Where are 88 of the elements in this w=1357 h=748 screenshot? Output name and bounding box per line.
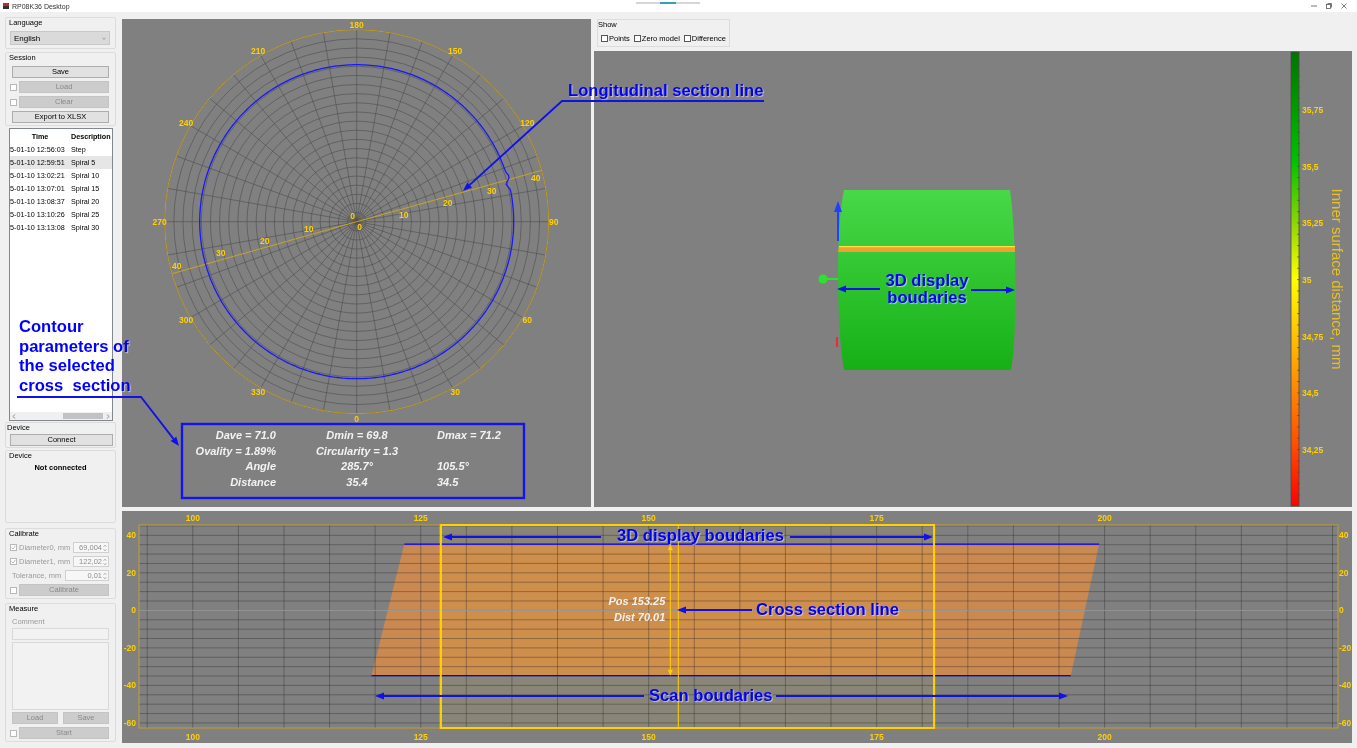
annotation-label: Pos 153.25 <box>608 595 666 608</box>
parameter-text: 285.7° <box>341 460 373 472</box>
scale-title: Inner surface distance, mm <box>1329 188 1346 370</box>
leader-arrow <box>837 285 881 293</box>
minimize-icon <box>1311 3 1317 9</box>
angle-label: 300 <box>179 315 194 326</box>
y-tick-label: -60 <box>1339 717 1352 728</box>
angle-label: 330 <box>251 387 266 398</box>
window-handle[interactable] <box>636 2 700 4</box>
angle-label: 0 <box>354 413 360 424</box>
radius-label: 10 <box>303 223 314 234</box>
radius-label: 0 <box>350 211 356 222</box>
angle-label: 180 <box>349 19 364 30</box>
x-tick-label: 200 <box>1097 731 1112 742</box>
y-tick-label: -20 <box>123 642 136 653</box>
x-tick-label: 150 <box>641 513 656 523</box>
horizontal-scrollbar[interactable] <box>10 412 112 420</box>
y-tick-label: -60 <box>123 717 136 728</box>
parameter-text: Circularity = 1.3 <box>315 444 399 457</box>
angle-label: 120 <box>520 118 535 129</box>
close-button[interactable] <box>1341 3 1347 9</box>
callout-label: 3D display boudaries <box>884 272 970 306</box>
x-tick-label: 200 <box>1097 513 1112 523</box>
radius-label: 0 <box>357 222 363 233</box>
y-tick-label: -40 <box>1339 680 1352 691</box>
x-tick-label: 150 <box>641 731 656 742</box>
radius-label: 30 <box>487 185 497 196</box>
leader-arrow <box>970 286 1015 294</box>
checkbox[interactable] <box>683 35 691 42</box>
angle-label: 30 <box>450 387 460 398</box>
angle-label: 240 <box>179 118 194 129</box>
cylinder-model[interactable] <box>838 190 1016 370</box>
parameter-text: 105.5° <box>437 460 469 472</box>
y-tick-label: -20 <box>1339 642 1352 653</box>
angle-label: 150 <box>448 46 463 57</box>
checkbox[interactable] <box>633 35 641 42</box>
scale-label: 34,25 <box>1302 445 1324 455</box>
x-tick-label: 175 <box>869 731 884 742</box>
x-tick-label: 100 <box>185 731 200 742</box>
y-tick-label: 40 <box>126 530 136 541</box>
parameter-text: 34.5 <box>437 475 459 488</box>
language-dropdown[interactable]: English <box>10 31 110 45</box>
parameter-text: 35.4 <box>346 475 368 488</box>
parameter-text: Dmin = 69.8 <box>326 429 388 441</box>
radius-label: 10 <box>399 210 409 220</box>
restore-icon <box>1326 3 1332 9</box>
radius-label: 30 <box>216 248 226 259</box>
parameter-text: Dmax = 71.2 <box>437 429 501 441</box>
parameter-text: Distance <box>230 475 276 488</box>
angle-label: 90 <box>548 216 559 227</box>
parameter-text: Ovality = 1.89% <box>195 444 276 457</box>
scale-label: 34,5 <box>1302 388 1319 399</box>
parameter-text: Dave = 71.0 <box>215 429 276 441</box>
checkbox[interactable] <box>601 35 608 42</box>
x-tick-label: 125 <box>413 513 428 523</box>
chevron-right-icon[interactable] <box>106 413 110 419</box>
restore-button[interactable] <box>1326 3 1332 9</box>
close-icon <box>1341 3 1347 9</box>
caret-down-icon <box>102 36 106 40</box>
y-tick-label: 40 <box>1339 530 1349 541</box>
annotation-label: Dist 70.01 <box>613 611 666 624</box>
radius-label: 20 <box>443 197 453 208</box>
app-icon <box>3 3 9 9</box>
scale-label: 35 <box>1302 275 1312 285</box>
minimize-button[interactable] <box>1311 3 1317 9</box>
y-tick-label: 0 <box>1339 605 1344 616</box>
parameter-text: Angle <box>245 460 276 472</box>
y-tick-label: -40 <box>123 680 136 691</box>
scale-label: 35,75 <box>1302 105 1324 115</box>
radius-label: 40 <box>531 173 541 184</box>
angle-label: 270 <box>152 216 167 227</box>
x-tick-label: 100 <box>185 513 200 523</box>
radius-label: 20 <box>260 235 270 246</box>
radius-label: 40 <box>172 260 182 271</box>
angle-label: 60 <box>522 315 533 326</box>
notes-field[interactable] <box>12 642 109 710</box>
callout-label: Cross section line <box>756 600 899 619</box>
scale-label: 34,75 <box>1302 331 1324 342</box>
callout-label: Contour parameters of the selected cross section <box>19 317 132 395</box>
chevron-left-icon[interactable] <box>12 413 16 419</box>
y-tick-label: 20 <box>1339 567 1349 578</box>
scale-label: 35,5 <box>1302 161 1319 172</box>
angle-label: 210 <box>251 46 266 57</box>
x-tick-label: 175 <box>869 513 884 523</box>
y-tick-label: 0 <box>131 605 136 616</box>
scale-label: 35,25 <box>1302 218 1324 229</box>
x-tick-label: 125 <box>413 731 428 742</box>
y-tick-label: 20 <box>126 567 136 578</box>
